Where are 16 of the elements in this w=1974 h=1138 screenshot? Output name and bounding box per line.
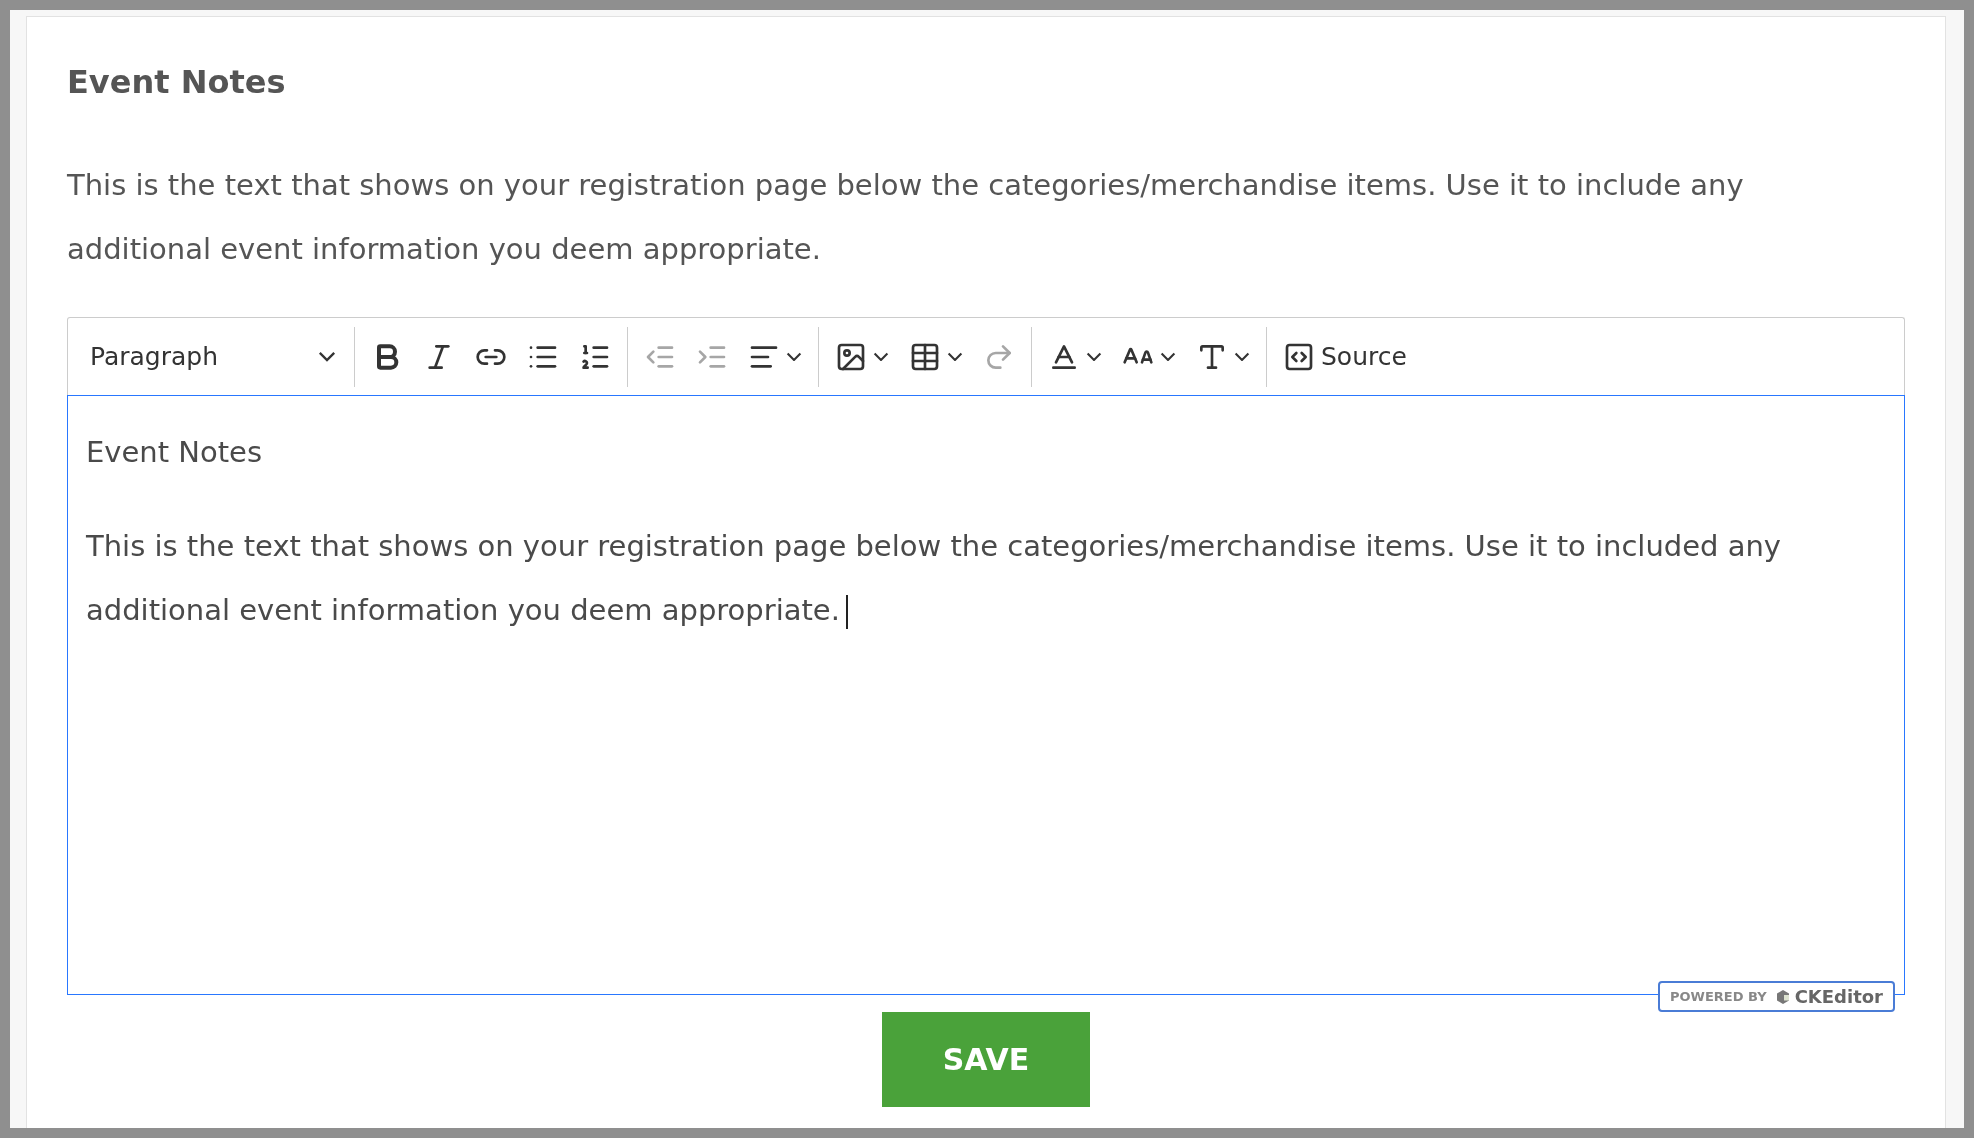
- editor-paragraph: This is the text that shows on your registration page below the categories/merchandise items. Use it to included any additional event information you deem appropriate.: [86, 528, 1782, 631]
- powered-by-badge[interactable]: POWERED BY CKEditor: [1658, 981, 1895, 1012]
- chevron-down-icon: [1234, 351, 1250, 362]
- section-description: This is the text that shows on your registration page below the categories/merchandise items. Use it to include any additional event information you deem appropriate.: [67, 167, 1745, 268]
- chevron-down-icon: [1160, 351, 1176, 362]
- text-cursor: [845, 595, 848, 629]
- heading-dropdown[interactable]: Paragraph: [78, 328, 348, 385]
- chevron-down-icon: [1086, 351, 1102, 362]
- section-title: Event Notes: [67, 63, 287, 101]
- chevron-down-icon: [947, 351, 963, 362]
- chevron-down-icon: [318, 351, 336, 362]
- editor-paragraph: Event Notes: [86, 434, 264, 471]
- source-button[interactable]: Source: [1273, 328, 1417, 385]
- chevron-down-icon: [786, 351, 802, 362]
- logo-icon: [1774, 988, 1791, 1005]
- chevron-down-icon: [873, 351, 889, 362]
